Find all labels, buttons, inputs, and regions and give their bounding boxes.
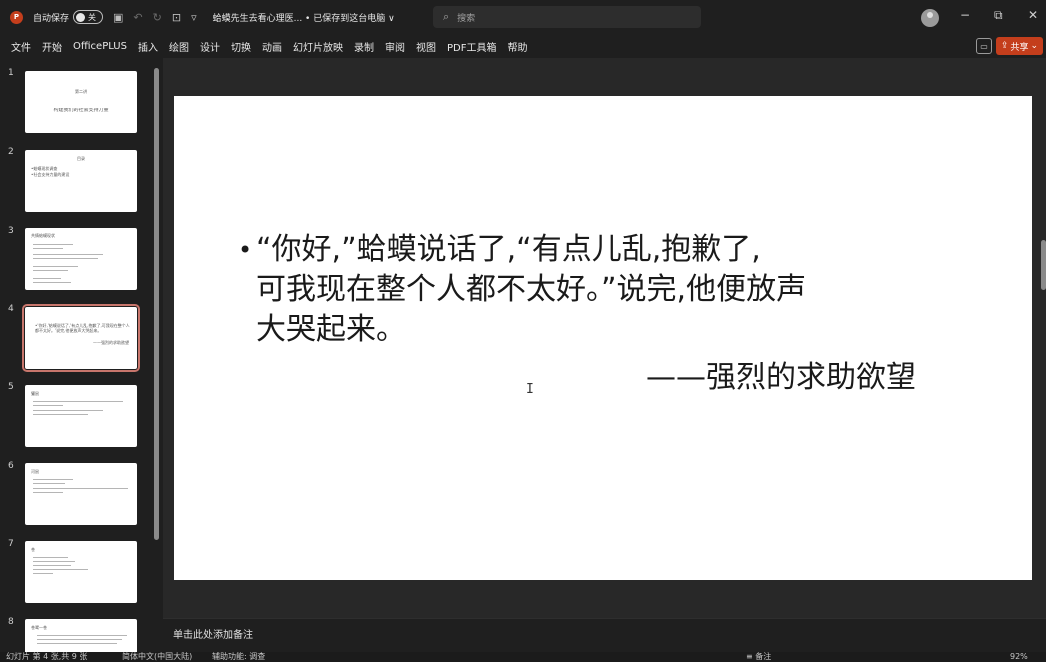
powerpoint-logo-icon: P — [10, 10, 23, 24]
thumb-number: 2 — [8, 147, 14, 157]
search-box[interactable]: ⌕ 搜索 — [433, 6, 701, 28]
autosave-state: 关 — [88, 12, 97, 22]
search-placeholder: 搜索 — [457, 13, 476, 24]
user-avatar[interactable] — [921, 9, 939, 27]
slide-thumbnail-1[interactable]: 第二讲 构建我们的社会支持力量 — [25, 71, 137, 133]
thumb-line: •社会支持力量的建设 — [31, 172, 70, 177]
body-line: 可我现在整个人都不太好。”说完,他便放声 — [256, 272, 807, 307]
text-cursor-icon: I — [526, 382, 534, 397]
comments-button[interactable]: ▭ — [976, 38, 992, 54]
undo-icon[interactable]: ↶ — [133, 11, 142, 24]
ribbon-tabs: 文件 开始 OfficePLUS 插入 绘图 设计 切换 动画 幻灯片放映 录制 审阅 视图 PDF工具… — [0, 34, 1046, 58]
body-line: “你好,”蛤蟆说话了,“有点儿乱,抱歉了, — [256, 232, 761, 267]
thumb-title: 苍 — [31, 547, 35, 552]
slide-thumbnail-3[interactable]: 共情蛤蟆现状 — [25, 228, 137, 290]
menu-tab-7[interactable]: 动画 — [262, 39, 282, 54]
menu-tab-9[interactable]: 录制 — [354, 39, 374, 54]
slide-counter: 幻灯片 第 4 张,共 9 张 — [6, 652, 88, 661]
thumb-title: 共情蛤蟆现状 — [31, 233, 55, 238]
slide-attribution[interactable]: ——强烈的求助欲望 — [646, 352, 916, 396]
menu-tab-13[interactable]: 帮助 — [507, 39, 527, 54]
slide-scrollbar[interactable] — [1041, 240, 1046, 290]
thumbnails-scrollbar[interactable] — [154, 68, 159, 540]
body-line: 大哭起来。 — [256, 312, 406, 347]
document-title[interactable]: 蛤蟆先生去看心理医... • 已保存到这台电脑 ∨ — [213, 11, 395, 24]
restore-button[interactable]: ⧉ — [994, 8, 1003, 23]
autosave-label: 自动保存 — [33, 13, 70, 24]
save-icon[interactable]: ▣ — [113, 11, 123, 24]
share-label: 共享 — [1010, 42, 1029, 53]
notes-placeholder: 单击此处添加备注 — [173, 630, 253, 641]
thumb-title: 河鼠 — [31, 469, 39, 474]
status-bar: 幻灯片 第 4 张,共 9 张 简体中文(中国大陆) 辅助功能: 调查 ≡ 备注… — [0, 652, 1046, 662]
close-button[interactable]: ✕ — [1028, 8, 1038, 22]
menu-tab-12[interactable]: PDF工具箱 — [447, 39, 496, 54]
share-button[interactable]: ⇪ 共享 ⌄ — [996, 37, 1043, 55]
redo-icon[interactable]: ↻ — [153, 11, 162, 24]
toggle-knob — [76, 12, 86, 22]
zoom-level[interactable]: 92% — [1010, 652, 1028, 662]
thumb-title: 獾鼠 — [31, 391, 39, 396]
slide-thumbnail-7[interactable]: 苍 — [25, 541, 137, 603]
thumb-number: 3 — [8, 226, 14, 236]
thumb-number: 8 — [8, 617, 14, 627]
menu-tab-6[interactable]: 切换 — [231, 39, 251, 54]
thumb-number: 5 — [8, 382, 14, 392]
slide-thumbnail-5[interactable]: 獾鼠 — [25, 385, 137, 447]
slide-4[interactable]: • “你好,”蛤蟆说话了,“有点儿乱,抱歉了, 可我现在整个人都不太好。”说完,… — [174, 96, 1032, 580]
menu-tab-8[interactable]: 幻灯片放映 — [293, 39, 343, 54]
menu-tab-3[interactable]: 插入 — [138, 39, 158, 54]
slide-body-text[interactable]: • “你好,”蛤蟆说话了,“有点儿乱,抱歉了, 可我现在整个人都不太好。”说完,… — [238, 230, 956, 350]
slide-thumbnail-2[interactable]: 目录 •蛤蟆现状调查 •社会支持力量的建设 — [25, 150, 137, 212]
slide-thumbnail-8[interactable]: 苍鹭一苍 — [25, 619, 137, 652]
thumb-number: 7 — [8, 539, 14, 549]
thumb-title: 苍鹭一苍 — [31, 625, 47, 630]
thumb-number: 4 — [8, 304, 14, 314]
bullet-icon: • — [238, 236, 253, 264]
slide-thumbnail-6[interactable]: 河鼠 — [25, 463, 137, 525]
comment-icon: ▭ — [980, 41, 988, 51]
thumb-line: •蛤蟆现状调查 — [31, 166, 58, 171]
share-icon: ⇪ — [1000, 41, 1009, 51]
thumb-title: 第二讲 — [75, 89, 87, 94]
thumb-number: 1 — [8, 68, 14, 78]
thumb-title: 目录 — [77, 156, 85, 161]
menu-tab-0[interactable]: 文件 — [11, 39, 31, 54]
menu-tab-4[interactable]: 绘图 — [169, 39, 189, 54]
menu-tab-5[interactable]: 设计 — [200, 39, 220, 54]
menu-tab-11[interactable]: 视图 — [416, 39, 436, 54]
menu-tab-1[interactable]: 开始 — [42, 39, 62, 54]
thumb-body: •'你好,'蛤蟆说话了,'有点儿乱,抱歉了,可我现在整个人都不太好。'说完,他便… — [35, 323, 130, 333]
autosave-toggle[interactable]: 关 — [73, 10, 104, 24]
menu-tab-2[interactable]: OfficePLUS — [73, 41, 127, 52]
present-icon[interactable]: ⊡ — [172, 11, 181, 24]
accessibility-status[interactable]: 辅助功能: 调查 — [212, 652, 265, 662]
menu-tab-10[interactable]: 审阅 — [385, 39, 405, 54]
search-icon: ⌕ — [443, 10, 450, 23]
chevron-down-icon: ⌄ — [1030, 41, 1039, 51]
thumb-subtitle: 构建我们的社会支持力量 — [53, 108, 109, 113]
notes-button[interactable]: ≡ 备注 — [746, 652, 771, 662]
minimize-button[interactable]: − — [960, 8, 970, 22]
customize-toolbar-icon[interactable]: ▿ — [191, 11, 197, 24]
thumb-attribution: ——强烈的求助欲望 — [93, 340, 129, 345]
language-indicator[interactable]: 简体中文(中国大陆) — [122, 652, 192, 662]
thumb-number: 6 — [8, 461, 14, 471]
slide-thumbnail-4[interactable]: •'你好,'蛤蟆说话了,'有点儿乱,抱歉了,可我现在整个人都不太好。'说完,他便… — [22, 304, 140, 372]
notes-pane[interactable]: 单击此处添加备注 — [163, 618, 1046, 652]
slide-thumbnails-panel: 1 第二讲 构建我们的社会支持力量 2 目录 •蛤蟆现状调查 •社会支持力量的建… — [0, 58, 163, 652]
